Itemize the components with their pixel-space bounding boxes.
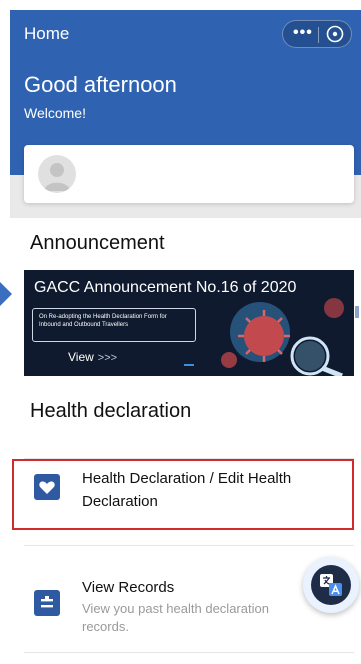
list-divider	[24, 652, 354, 653]
user-silhouette-icon	[44, 163, 70, 191]
banner-description: On Re-adopting the Health Declaration Fo…	[32, 308, 196, 342]
carousel-prev-arrow-icon[interactable]	[0, 282, 12, 306]
records-icon	[34, 590, 60, 616]
selection-highlight	[12, 459, 354, 530]
miniprogram-capsule: •••	[282, 20, 352, 48]
view-records-title: View Records	[82, 579, 175, 596]
banner-view-link[interactable]: View >>>	[68, 350, 117, 364]
close-circle-icon	[326, 25, 344, 43]
capsule-divider	[318, 27, 319, 43]
records-glyph-icon	[41, 596, 53, 608]
welcome-text: Welcome!	[24, 105, 86, 121]
view-label: View	[68, 350, 94, 364]
more-options-button[interactable]: •••	[293, 24, 313, 42]
health-declaration-heading: Health declaration	[30, 400, 192, 422]
page-title: Home	[24, 24, 70, 43]
announcement-banner[interactable]: GACC Announcement No.16 of 2020 On Re-ad…	[24, 270, 354, 376]
translate-glyph-icon	[320, 574, 342, 596]
list-divider	[24, 545, 354, 546]
virus-illustration-icon	[221, 298, 344, 376]
announcement-heading: Announcement	[30, 232, 165, 254]
greeting-text: Good afternoon	[24, 72, 177, 97]
translate-icon	[311, 565, 351, 605]
close-button[interactable]	[325, 24, 345, 44]
translate-button[interactable]	[303, 557, 359, 613]
avatar	[38, 155, 76, 193]
user-profile-card[interactable]	[24, 145, 354, 203]
view-records-subtitle: View you past health declaration records…	[82, 601, 269, 634]
carousel-dot	[184, 364, 194, 366]
view-arrows: >>>	[97, 352, 118, 364]
banner-heading: GACC Announcement No.16 of 2020	[34, 279, 297, 296]
carousel-next-indicator[interactable]	[355, 306, 359, 318]
